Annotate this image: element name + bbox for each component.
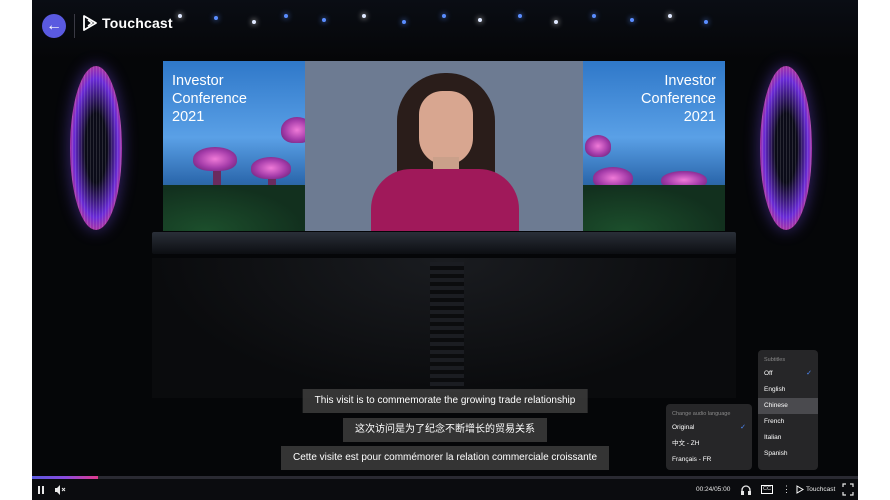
right-event-panel: Investor Conference 2021 bbox=[583, 61, 725, 231]
subtitle-option-english[interactable]: English bbox=[758, 382, 818, 398]
subtitle-option-off[interactable]: Off ✓ bbox=[758, 366, 818, 382]
speaker-video bbox=[305, 61, 583, 231]
left-event-panel: Investor Conference 2021 bbox=[163, 61, 305, 231]
touchcast-logo-icon bbox=[796, 485, 804, 494]
pause-icon[interactable] bbox=[37, 479, 46, 500]
brand-name: Touchcast bbox=[102, 15, 173, 31]
video-player: ← Touchcast Investor Conference 2021 Inv… bbox=[32, 0, 858, 500]
subtitle-chinese: 这次访问是为了纪念不断增长的贸易关系 bbox=[343, 418, 547, 442]
control-bar: 00:24/05:00 CC ⋮ Touchcast bbox=[32, 479, 858, 500]
subtitle-menu: Subtitles Off ✓ English Chinese French I… bbox=[758, 350, 818, 470]
subtitle-option-italian[interactable]: Italian bbox=[758, 430, 818, 446]
subtitle-menu-header: Subtitles bbox=[764, 357, 786, 363]
touchcast-logo-icon bbox=[83, 15, 97, 31]
headphones-icon[interactable] bbox=[740, 479, 752, 500]
closed-captions-icon[interactable]: CC bbox=[761, 485, 773, 494]
left-light-orb bbox=[70, 66, 122, 230]
right-light-orb bbox=[760, 66, 812, 230]
touchcast-logo: Touchcast bbox=[82, 15, 173, 31]
arrow-left-icon: ← bbox=[46, 17, 62, 34]
subtitle-option-spanish[interactable]: Spanish bbox=[758, 446, 818, 462]
back-button[interactable]: ← bbox=[42, 14, 66, 38]
audio-language-menu: Change audio language Original ✓ 中文 - ZH… bbox=[666, 404, 752, 470]
footer-brand-name: Touchcast bbox=[806, 486, 836, 493]
more-vertical-icon[interactable]: ⋮ bbox=[782, 479, 791, 500]
touchcast-footer-logo bbox=[796, 479, 804, 500]
subtitle-option-chinese[interactable]: Chinese bbox=[758, 398, 818, 414]
audio-menu-header: Change audio language bbox=[672, 411, 731, 417]
subtitle-french: Cette visite est pour commémorer la rela… bbox=[281, 446, 609, 470]
stage-stairs bbox=[430, 262, 464, 392]
subtitle-english: This visit is to commemorate the growing… bbox=[302, 389, 588, 413]
audio-option-zh[interactable]: 中文 - ZH bbox=[666, 436, 752, 452]
check-icon: ✓ bbox=[806, 370, 812, 377]
subtitle-option-french[interactable]: French bbox=[758, 414, 818, 430]
fullscreen-icon[interactable] bbox=[842, 479, 854, 500]
stage-screen: Investor Conference 2021 Investor Confer… bbox=[163, 61, 725, 231]
audio-option-fr[interactable]: Français - FR bbox=[666, 452, 752, 468]
playback-time: 00:24/05:00 bbox=[696, 486, 731, 493]
left-panel-title: Investor Conference 2021 bbox=[172, 73, 247, 125]
stage-edge bbox=[152, 232, 736, 254]
volume-icon[interactable] bbox=[54, 479, 66, 500]
audio-option-original[interactable]: Original ✓ bbox=[666, 420, 752, 436]
right-panel-title: Investor Conference 2021 bbox=[641, 73, 716, 125]
header-divider bbox=[74, 14, 75, 38]
check-icon: ✓ bbox=[740, 424, 746, 431]
